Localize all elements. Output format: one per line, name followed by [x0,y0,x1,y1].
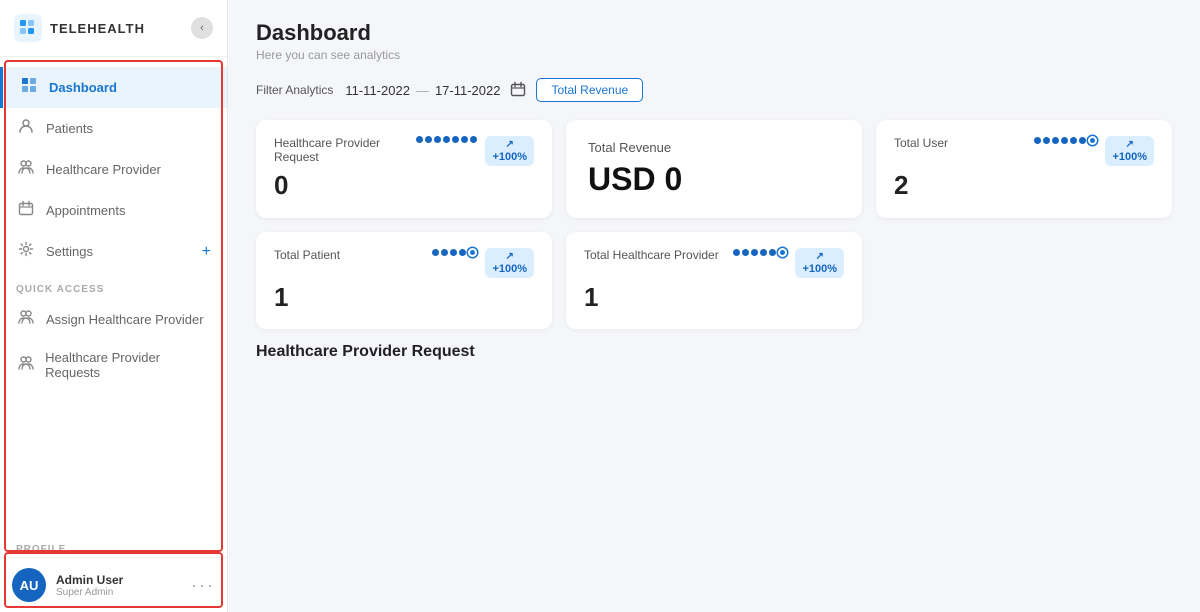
hp-request-arrow-icon: ↗ [506,139,514,150]
logo-icon [14,14,42,42]
settings-plus-icon[interactable]: + [202,243,211,261]
hp-request-value: 0 [274,170,534,201]
sidebar-item-patients[interactable]: Patients [0,108,227,149]
total-hp-badge: ↗ +100% [795,248,844,278]
filter-bar: Filter Analytics 11-11-2022 — 17-11-2022… [256,78,1172,102]
sidebar-label-healthcare-provider: Healthcare Provider [46,162,161,177]
sidebar-label-patients: Patients [46,121,93,136]
date-end: 17-11-2022 [435,83,501,98]
stat-card-total-user: Total User ↗ +100% 2 [876,120,1172,218]
collapse-button[interactable]: ‹ [191,17,213,39]
total-hp-arrow-icon: ↗ [816,251,824,262]
patients-icon [16,118,36,139]
dashboard-icon [19,77,39,98]
total-patient-arrow-icon: ↗ [506,251,514,262]
stat-card-hp-request: Healthcare Provider Request ↗ +100% 0 [256,120,552,218]
filter-revenue-button[interactable]: Total Revenue [536,78,643,102]
sidebar-label-settings: Settings [46,244,93,259]
app-name: TELEHEALTH [50,21,145,36]
profile-section: AU Admin User Super Admin ··· [0,557,227,612]
user-avatar: AU [12,568,46,602]
hp-request-dots [416,136,477,143]
sidebar-item-dashboard[interactable]: Dashboard [0,67,227,108]
stat-label-hp-request: Healthcare Provider Request [274,136,416,164]
sidebar-label-hp-requests: Healthcare Provider Requests [45,350,211,380]
total-patient-badge: ↗ +100% [485,248,534,278]
page-title: Dashboard [256,20,1172,46]
filter-label: Filter Analytics [256,83,333,97]
total-user-arrow-icon: ↗ [1126,139,1134,150]
total-user-badge-value: +100% [1112,151,1147,163]
total-patient-dots [432,248,477,257]
sidebar-item-settings[interactable]: Settings + [0,231,227,272]
stat-label-total-hp: Total Healthcare Provider [584,248,719,262]
sidebar-label-assign-hp: Assign Healthcare Provider [46,312,204,327]
sidebar-item-appointments[interactable]: Appointments [0,190,227,231]
total-user-dots [1034,136,1097,145]
sidebar-item-assign-hp[interactable]: Assign Healthcare Provider [0,299,227,340]
hp-requests-icon [16,355,35,376]
sidebar-item-hp-requests[interactable]: Healthcare Provider Requests [0,340,227,390]
stat-label-total-patient: Total Patient [274,248,340,262]
total-patient-value: 1 [274,282,534,313]
stat-label-total-user: Total User [894,136,948,150]
main-content: Dashboard Here you can see analytics Fil… [228,0,1200,612]
assign-hp-icon [16,309,36,330]
hp-request-badge-value: +100% [492,151,527,163]
empty-spacer [876,232,1172,329]
stat-card-total-revenue: Total Revenue USD 0 [566,120,862,218]
sidebar-header: TELEHEALTH ‹ [0,0,227,57]
date-start: 11-11-2022 [345,83,410,98]
revenue-label: Total Revenue [588,140,840,155]
profile-role: Super Admin [56,587,181,598]
total-patient-badge-value: +100% [492,263,527,275]
healthcare-provider-icon [16,159,36,180]
hp-request-badge: ↗ +100% [485,136,534,166]
total-hp-value: 1 [584,282,844,313]
hp-request-section-title: Healthcare Provider Request [256,343,1172,361]
stat-card-total-hp: Total Healthcare Provider ↗ +100% 1 [566,232,862,329]
calendar-icon[interactable] [510,81,526,100]
logo-area: TELEHEALTH [14,14,145,42]
date-range: 11-11-2022 — 17-11-2022 [345,83,500,98]
date-dash: — [416,83,429,98]
profile-menu-dots[interactable]: ··· [191,575,215,596]
total-hp-badge-value: +100% [802,263,837,275]
sidebar-label-appointments: Appointments [46,203,126,218]
profile-label-text: PROFILE [0,536,227,557]
revenue-value: USD 0 [588,161,840,198]
stat-card-total-patient: Total Patient ↗ +100% 1 [256,232,552,329]
profile-name: Admin User [56,573,181,587]
total-hp-dots [733,248,787,257]
sidebar-nav: Dashboard Patients [0,57,227,536]
sidebar-label-dashboard: Dashboard [49,80,117,95]
profile-info: Admin User Super Admin [56,573,181,598]
total-user-value: 2 [894,170,1154,201]
appointments-icon [16,200,36,221]
page-subtitle: Here you can see analytics [256,48,1172,62]
total-user-badge: ↗ +100% [1105,136,1154,166]
sidebar-item-healthcare-provider[interactable]: Healthcare Provider [0,149,227,190]
quick-access-label: QUICK ACCESS [0,272,227,299]
sidebar: TELEHEALTH ‹ Dashboard [0,0,228,612]
settings-icon [16,241,36,262]
